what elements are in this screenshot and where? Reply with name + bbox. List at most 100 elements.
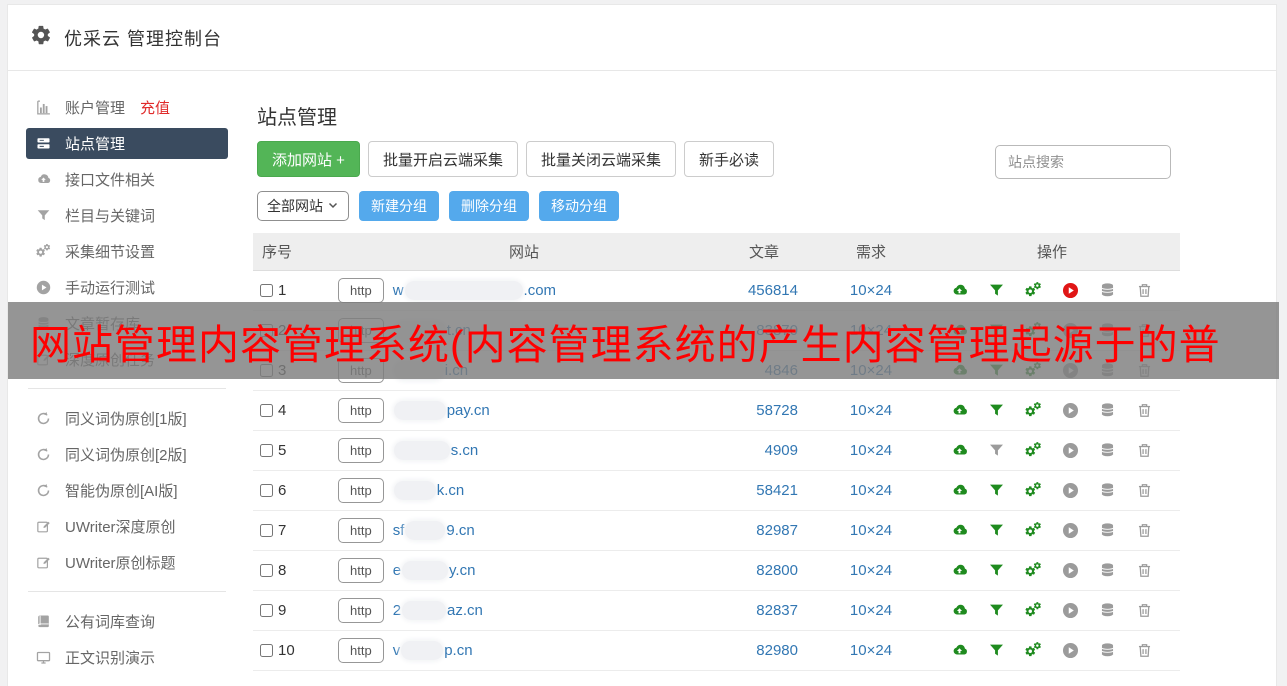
sidebar-item[interactable]: 正文识别演示	[26, 639, 228, 675]
row-checkbox[interactable]	[260, 524, 273, 537]
articles-count-link[interactable]: 456814	[710, 282, 818, 299]
settings-action-icon[interactable]	[1024, 481, 1043, 500]
trash-action-icon[interactable]	[1135, 601, 1154, 620]
storage-action-icon[interactable]	[1098, 521, 1117, 540]
articles-count-link[interactable]: 58728	[710, 402, 818, 419]
http-protocol-button[interactable]: http	[338, 278, 384, 303]
upload-action-icon[interactable]	[950, 601, 969, 620]
http-protocol-button[interactable]: http	[338, 478, 384, 503]
batch-open-collect-button[interactable]: 批量开启云端采集	[368, 141, 518, 177]
http-protocol-button[interactable]: http	[338, 638, 384, 663]
http-protocol-button[interactable]: http	[338, 398, 384, 423]
articles-count-link[interactable]: 82987	[710, 522, 818, 539]
filter-action-icon[interactable]	[987, 641, 1006, 660]
filter-action-icon[interactable]	[987, 601, 1006, 620]
play-action-icon[interactable]	[1061, 441, 1080, 460]
articles-count-link[interactable]: 82837	[710, 602, 818, 619]
new-group-button[interactable]: 新建分组	[359, 191, 439, 221]
add-site-button[interactable]: 添加网站 +	[257, 141, 360, 177]
upload-action-icon[interactable]	[950, 641, 969, 660]
settings-action-icon[interactable]	[1024, 441, 1043, 460]
site-domain-link[interactable]: sf9.cn	[393, 521, 475, 540]
filter-action-icon[interactable]	[987, 561, 1006, 580]
trash-action-icon[interactable]	[1135, 561, 1154, 580]
sidebar-item[interactable]: 公有词库查询	[26, 603, 228, 639]
sidebar-item[interactable]: UWriter深度原创	[26, 508, 228, 544]
upload-action-icon[interactable]	[950, 561, 969, 580]
row-checkbox[interactable]	[260, 484, 273, 497]
play-action-icon[interactable]	[1061, 641, 1080, 660]
storage-action-icon[interactable]	[1098, 561, 1117, 580]
row-checkbox[interactable]	[260, 644, 273, 657]
site-filter-select[interactable]: 全部网站	[257, 191, 349, 221]
filter-action-icon[interactable]	[987, 521, 1006, 540]
row-checkbox[interactable]	[260, 404, 273, 417]
sidebar-item[interactable]: 智能伪原创[AI版]	[26, 472, 228, 508]
storage-action-icon[interactable]	[1098, 601, 1117, 620]
sidebar-item[interactable]: 接口文件相关	[26, 161, 228, 197]
upload-action-icon[interactable]	[950, 441, 969, 460]
filter-action-icon[interactable]	[987, 401, 1006, 420]
site-domain-link[interactable]: k.cn	[393, 481, 465, 500]
settings-action-icon[interactable]	[1024, 601, 1043, 620]
sidebar-item[interactable]: 站点管理	[26, 128, 228, 159]
sidebar-item[interactable]: 手动运行测试	[26, 269, 228, 305]
settings-action-icon[interactable]	[1024, 281, 1043, 300]
settings-action-icon[interactable]	[1024, 561, 1043, 580]
storage-action-icon[interactable]	[1098, 481, 1117, 500]
trash-action-icon[interactable]	[1135, 281, 1154, 300]
trash-action-icon[interactable]	[1135, 481, 1154, 500]
play-action-icon[interactable]	[1061, 401, 1080, 420]
storage-action-icon[interactable]	[1098, 641, 1117, 660]
settings-action-icon[interactable]	[1024, 641, 1043, 660]
upload-action-icon[interactable]	[950, 521, 969, 540]
play-action-icon[interactable]	[1061, 521, 1080, 540]
sidebar-item[interactable]: 采集细节设置	[26, 233, 228, 269]
site-domain-link[interactable]: ey.cn	[393, 561, 476, 580]
row-checkbox[interactable]	[260, 564, 273, 577]
row-checkbox[interactable]	[260, 604, 273, 617]
row-checkbox[interactable]	[260, 444, 273, 457]
sidebar-item[interactable]: 账户管理充值	[26, 89, 228, 125]
settings-action-icon[interactable]	[1024, 401, 1043, 420]
articles-count-link[interactable]: 82980	[710, 642, 818, 659]
upload-action-icon[interactable]	[950, 481, 969, 500]
filter-action-icon[interactable]	[987, 441, 1006, 460]
filter-action-icon[interactable]	[987, 281, 1006, 300]
articles-count-link[interactable]: 58421	[710, 482, 818, 499]
play-action-icon[interactable]	[1061, 281, 1080, 300]
settings-action-icon[interactable]	[1024, 521, 1043, 540]
upload-action-icon[interactable]	[950, 281, 969, 300]
trash-action-icon[interactable]	[1135, 521, 1154, 540]
filter-action-icon[interactable]	[987, 481, 1006, 500]
http-protocol-button[interactable]: http	[338, 598, 384, 623]
storage-action-icon[interactable]	[1098, 281, 1117, 300]
site-domain-link[interactable]: s.cn	[393, 441, 479, 460]
articles-count-link[interactable]: 82800	[710, 562, 818, 579]
delete-group-button[interactable]: 删除分组	[449, 191, 529, 221]
trash-action-icon[interactable]	[1135, 641, 1154, 660]
storage-action-icon[interactable]	[1098, 441, 1117, 460]
trash-action-icon[interactable]	[1135, 401, 1154, 420]
sidebar-item[interactable]: UWriter原创标题	[26, 544, 228, 580]
site-domain-link[interactable]: pay.cn	[393, 401, 490, 420]
move-group-button[interactable]: 移动分组	[539, 191, 619, 221]
play-action-icon[interactable]	[1061, 601, 1080, 620]
sidebar-item[interactable]: 同义词伪原创[1版]	[26, 400, 228, 436]
articles-count-link[interactable]: 4909	[710, 442, 818, 459]
play-action-icon[interactable]	[1061, 561, 1080, 580]
row-checkbox[interactable]	[260, 284, 273, 297]
upload-action-icon[interactable]	[950, 401, 969, 420]
recharge-link[interactable]: 充值	[140, 97, 170, 118]
http-protocol-button[interactable]: http	[338, 438, 384, 463]
site-search-input[interactable]	[995, 145, 1171, 179]
http-protocol-button[interactable]: http	[338, 518, 384, 543]
beginner-guide-button[interactable]: 新手必读	[684, 141, 774, 177]
http-protocol-button[interactable]: http	[338, 558, 384, 583]
storage-action-icon[interactable]	[1098, 401, 1117, 420]
site-domain-link[interactable]: w.com	[393, 281, 556, 300]
trash-action-icon[interactable]	[1135, 441, 1154, 460]
play-action-icon[interactable]	[1061, 481, 1080, 500]
site-domain-link[interactable]: vp.cn	[393, 641, 473, 660]
sidebar-item[interactable]: 同义词伪原创[2版]	[26, 436, 228, 472]
